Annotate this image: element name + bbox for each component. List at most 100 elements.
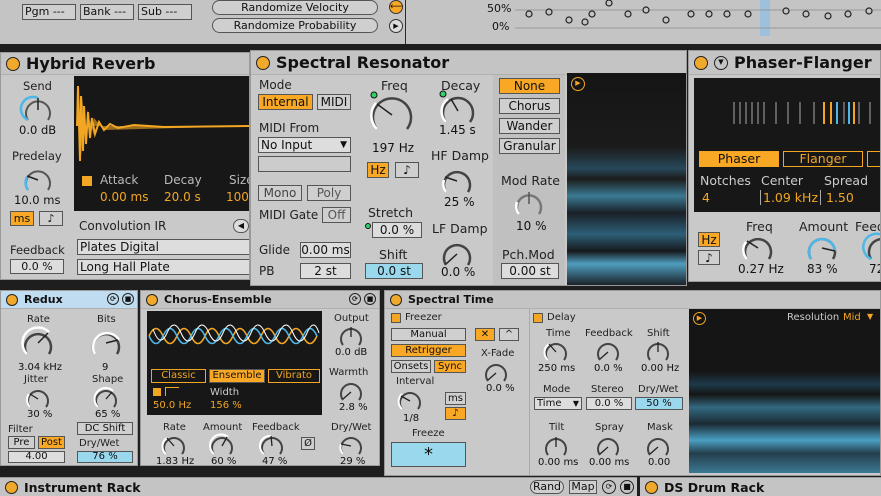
lfo-hz-button[interactable]: Hz — [698, 232, 720, 247]
delay-toggle[interactable] — [533, 313, 543, 323]
freeze-button[interactable]: * — [391, 442, 466, 467]
interval-sync-button[interactable]: ♪ — [445, 407, 466, 420]
play-icon[interactable]: ▶ — [693, 312, 706, 325]
midi-gate-toggle[interactable]: Off — [322, 207, 351, 223]
power-icon[interactable] — [5, 480, 18, 494]
dc-shift-button[interactable]: DC Shift — [77, 422, 133, 435]
resolution-value[interactable]: Mid — [843, 312, 861, 323]
mode-classic-button[interactable]: Classic — [151, 369, 206, 383]
mod-rate-value[interactable]: 10 % — [516, 219, 547, 233]
hot-swap-icon[interactable]: ⟳ — [107, 293, 119, 305]
freq-hz-button[interactable]: Hz — [367, 162, 389, 178]
poly-button[interactable]: Poly — [307, 185, 351, 201]
predelay-ms-button[interactable]: ms — [10, 211, 34, 226]
shift-value[interactable]: 0.0 st — [365, 263, 423, 279]
pgm-selector[interactable]: Pgm --- — [22, 4, 76, 20]
rate-knob[interactable] — [21, 326, 55, 360]
bank-selector[interactable]: Bank --- — [80, 4, 134, 20]
crossfade-shape-button[interactable]: ✕ — [475, 328, 495, 341]
mode-midi-button[interactable]: MIDI — [317, 94, 351, 110]
rand-button[interactable]: Rand — [530, 480, 564, 494]
freq-knob[interactable] — [368, 89, 416, 137]
filter-post-button[interactable]: Post — [38, 436, 65, 449]
mod-chorus-button[interactable]: Chorus — [499, 98, 560, 114]
power-icon[interactable] — [390, 293, 402, 306]
ir-name-select[interactable]: Long Hall Plate — [77, 259, 249, 275]
amount-knob[interactable] — [805, 231, 839, 265]
attack-value[interactable]: 0.00 ms — [100, 190, 148, 204]
filter-pre-button[interactable]: Pre — [8, 436, 35, 449]
interval-value[interactable]: 1/8 — [403, 413, 419, 424]
output-value[interactable]: 0.0 dB — [335, 347, 367, 358]
power-icon[interactable] — [694, 55, 708, 70]
hot-swap-icon[interactable]: ⟳ — [602, 480, 616, 494]
mod-wander-button[interactable]: Wander — [499, 118, 560, 134]
mod-rate-knob[interactable] — [513, 188, 545, 220]
notches-value[interactable]: 4 — [702, 190, 710, 205]
expand-icon[interactable]: ▼ — [714, 55, 728, 70]
lfo-freq-value[interactable]: 0.27 Hz — [738, 262, 784, 276]
sub-selector[interactable]: Sub --- — [138, 4, 192, 20]
mod-granular-button[interactable]: Granular — [499, 138, 560, 154]
send-value[interactable]: 0.0 dB — [19, 123, 56, 137]
bits-knob[interactable] — [89, 326, 123, 360]
lfo-value[interactable]: 50.0 Hz — [153, 400, 191, 411]
freq-note-button[interactable]: ♪ — [395, 162, 419, 178]
invert-phase-button[interactable]: Ø — [301, 437, 315, 450]
amount-value[interactable]: 83 % — [807, 262, 838, 276]
mode-internal-button[interactable]: Internal — [258, 94, 313, 110]
power-icon[interactable] — [146, 293, 158, 306]
lf-damp-value[interactable]: 0.0 % — [441, 265, 475, 279]
power-icon[interactable] — [6, 293, 18, 306]
predelay-knob[interactable] — [23, 165, 53, 195]
warmth-value[interactable]: 2.8 % — [339, 402, 368, 413]
rate-value[interactable]: 1.83 Hz — [156, 456, 194, 465]
decay-value[interactable]: 20.0 s — [164, 190, 201, 204]
randomize-velocity-button[interactable]: Randomize Velocity — [212, 0, 378, 15]
attack-toggle[interactable] — [82, 176, 92, 186]
freeze-manual-button[interactable]: Manual — [391, 328, 466, 341]
amount-value[interactable]: 60 % — [211, 456, 236, 465]
mode-ensemble-button[interactable]: Ensemble — [209, 369, 265, 383]
hf-damp-knob[interactable] — [440, 164, 474, 198]
hf-damp-value[interactable]: 25 % — [444, 195, 475, 209]
play-icon[interactable]: ▶ — [389, 19, 403, 33]
save-icon[interactable]: ■ — [620, 480, 634, 494]
shift-knob[interactable] — [645, 339, 671, 365]
rate-value[interactable]: 3.04 kHz — [18, 362, 62, 373]
map-button[interactable]: Map — [569, 480, 597, 494]
interval-knob[interactable] — [397, 388, 423, 414]
drywet-value[interactable]: 50 % — [635, 397, 683, 410]
power-icon[interactable] — [6, 56, 20, 71]
feedback-value[interactable]: 72 — [869, 262, 880, 276]
spread-value[interactable]: 1.50 — [826, 190, 854, 205]
size-value[interactable]: 100 — [226, 190, 249, 204]
decay-value[interactable]: 1.45 s — [439, 123, 476, 137]
freeze-retrigger-button[interactable]: Retrigger — [391, 344, 466, 357]
mask-value[interactable]: 0.00 — [648, 457, 670, 468]
pch-mod-value[interactable]: 0.00 st — [501, 263, 559, 279]
mono-button[interactable]: Mono — [258, 185, 302, 201]
time-value[interactable]: 250 ms — [538, 363, 575, 374]
filter-value[interactable]: 4.00 — [8, 451, 65, 463]
shift-value[interactable]: 0.00 Hz — [641, 363, 679, 374]
probability-lane[interactable] — [515, 0, 881, 36]
chevron-left-icon[interactable]: ◀ — [233, 219, 249, 233]
shape-value[interactable]: 65 % — [95, 409, 120, 420]
midi-from-select[interactable]: No Input ▼ — [258, 137, 351, 153]
feedback-value[interactable]: 0.0 % — [10, 259, 64, 274]
mode-vibrato-button[interactable]: Vibrato — [268, 369, 320, 383]
sync-button[interactable]: Sync — [434, 360, 466, 373]
send-knob[interactable] — [19, 95, 53, 125]
lfo-freq-knob[interactable] — [741, 231, 775, 265]
feedback-value[interactable]: 0.0 % — [594, 363, 623, 374]
freezer-toggle[interactable] — [391, 313, 401, 323]
predelay-value[interactable]: 10.0 ms — [14, 193, 60, 207]
hot-swap-icon[interactable]: ⟳ — [349, 293, 361, 305]
drywet-value[interactable]: 76 % — [77, 451, 133, 463]
feedback-value[interactable]: 47 % — [262, 456, 287, 465]
glide-value[interactable]: 0.00 ms — [300, 242, 351, 258]
midi-channel-select[interactable] — [258, 156, 351, 172]
ir-category-select[interactable]: Plates Digital — [77, 239, 249, 255]
drywet-value[interactable]: 29 % — [340, 456, 365, 465]
